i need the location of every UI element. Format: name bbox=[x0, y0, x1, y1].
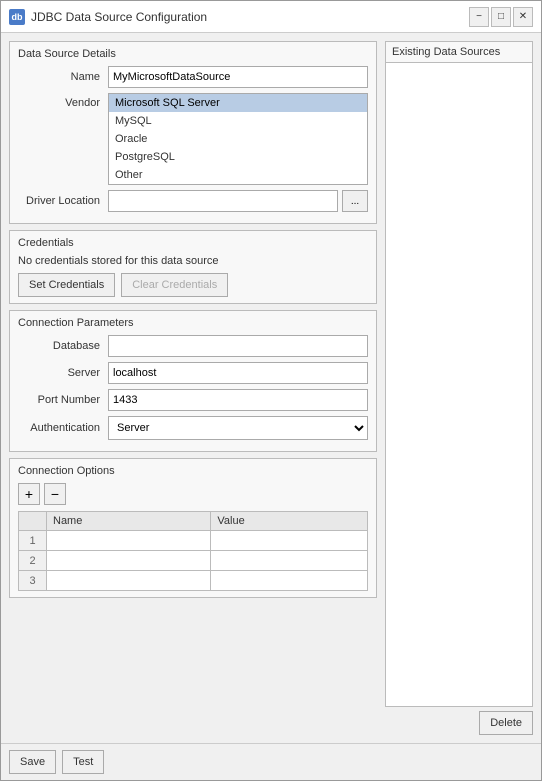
maximize-button[interactable]: □ bbox=[491, 7, 511, 27]
database-row: Database bbox=[18, 335, 368, 357]
connection-options-title: Connection Options bbox=[18, 465, 368, 477]
right-panel: Existing Data Sources Delete bbox=[385, 41, 533, 735]
server-input[interactable] bbox=[108, 362, 368, 384]
row-2-value[interactable] bbox=[211, 551, 368, 571]
clear-credentials-button[interactable]: Clear Credentials bbox=[121, 273, 228, 297]
port-label: Port Number bbox=[18, 394, 108, 406]
name-input[interactable] bbox=[108, 66, 368, 88]
driver-row: ... bbox=[108, 190, 368, 212]
options-table-header-row: Name Value bbox=[19, 512, 368, 531]
auth-label: Authentication bbox=[18, 422, 108, 434]
save-button[interactable]: Save bbox=[9, 750, 56, 774]
data-source-details-title: Data Source Details bbox=[18, 48, 368, 60]
options-toolbar: + − bbox=[18, 483, 368, 505]
vendor-list: Microsoft SQL Server MySQL Oracle Postgr… bbox=[109, 94, 367, 184]
connection-params-title: Connection Parameters bbox=[18, 317, 368, 329]
remove-option-button[interactable]: − bbox=[44, 483, 66, 505]
auth-row: Authentication Server Windows Kerberos bbox=[18, 416, 368, 440]
app-icon: db bbox=[9, 9, 25, 25]
left-panel: Data Source Details Name Vendor Microsof… bbox=[9, 41, 377, 735]
vendor-option-mysql[interactable]: MySQL bbox=[109, 112, 367, 130]
row-num-3: 3 bbox=[19, 571, 47, 591]
delete-button[interactable]: Delete bbox=[479, 711, 533, 735]
row-3-name[interactable] bbox=[47, 571, 211, 591]
browse-button[interactable]: ... bbox=[342, 190, 368, 212]
credentials-status: No credentials stored for this data sour… bbox=[18, 255, 368, 267]
row-1-value[interactable] bbox=[211, 531, 368, 551]
main-window: db JDBC Data Source Configuration − □ ✕ … bbox=[0, 0, 542, 781]
connection-params-section: Connection Parameters Database Server Po… bbox=[9, 310, 377, 452]
data-source-details-section: Data Source Details Name Vendor Microsof… bbox=[9, 41, 377, 224]
server-label: Server bbox=[18, 367, 108, 379]
database-label: Database bbox=[18, 340, 108, 352]
credentials-buttons: Set Credentials Clear Credentials bbox=[18, 273, 368, 297]
name-label: Name bbox=[18, 71, 108, 83]
title-bar-controls: − □ ✕ bbox=[469, 7, 533, 27]
row-num-2: 2 bbox=[19, 551, 47, 571]
options-col-value: Value bbox=[211, 512, 368, 531]
database-input[interactable] bbox=[108, 335, 368, 357]
existing-ds-list[interactable] bbox=[385, 63, 533, 707]
options-table: Name Value 1 2 bbox=[18, 511, 368, 591]
existing-ds-title: Existing Data Sources bbox=[385, 41, 533, 63]
vendor-label: Vendor bbox=[18, 93, 108, 109]
row-3-value[interactable] bbox=[211, 571, 368, 591]
driver-location-label: Driver Location bbox=[18, 195, 108, 207]
row-num-1: 1 bbox=[19, 531, 47, 551]
bottom-bar: Save Test bbox=[1, 743, 541, 780]
name-row: Name bbox=[18, 66, 368, 88]
main-content: Data Source Details Name Vendor Microsof… bbox=[1, 33, 541, 743]
vendor-option-other[interactable]: Other bbox=[109, 166, 367, 184]
close-button[interactable]: ✕ bbox=[513, 7, 533, 27]
port-row: Port Number bbox=[18, 389, 368, 411]
options-col-name: Name bbox=[47, 512, 211, 531]
minimize-button[interactable]: − bbox=[469, 7, 489, 27]
vendor-option-mssql[interactable]: Microsoft SQL Server bbox=[109, 94, 367, 112]
port-input[interactable] bbox=[108, 389, 368, 411]
test-button[interactable]: Test bbox=[62, 750, 104, 774]
credentials-section: Credentials No credentials stored for th… bbox=[9, 230, 377, 304]
window-title: JDBC Data Source Configuration bbox=[31, 10, 207, 24]
server-row: Server bbox=[18, 362, 368, 384]
options-col-num bbox=[19, 512, 47, 531]
table-row: 2 bbox=[19, 551, 368, 571]
title-bar-left: db JDBC Data Source Configuration bbox=[9, 9, 207, 25]
table-row: 3 bbox=[19, 571, 368, 591]
title-bar: db JDBC Data Source Configuration − □ ✕ bbox=[1, 1, 541, 33]
row-2-name[interactable] bbox=[47, 551, 211, 571]
connection-options-section: Connection Options + − Name Value bbox=[9, 458, 377, 598]
auth-select[interactable]: Server Windows Kerberos bbox=[108, 416, 368, 440]
add-option-button[interactable]: + bbox=[18, 483, 40, 505]
delete-btn-container: Delete bbox=[385, 711, 533, 735]
driver-location-row: Driver Location ... bbox=[18, 190, 368, 212]
set-credentials-button[interactable]: Set Credentials bbox=[18, 273, 115, 297]
table-row: 1 bbox=[19, 531, 368, 551]
row-1-name[interactable] bbox=[47, 531, 211, 551]
vendor-option-postgresql[interactable]: PostgreSQL bbox=[109, 148, 367, 166]
credentials-title: Credentials bbox=[18, 237, 368, 249]
driver-location-input[interactable] bbox=[108, 190, 338, 212]
vendor-dropdown[interactable]: Microsoft SQL Server MySQL Oracle Postgr… bbox=[108, 93, 368, 185]
vendor-row: Vendor Microsoft SQL Server MySQL Oracle… bbox=[18, 93, 368, 185]
vendor-option-oracle[interactable]: Oracle bbox=[109, 130, 367, 148]
